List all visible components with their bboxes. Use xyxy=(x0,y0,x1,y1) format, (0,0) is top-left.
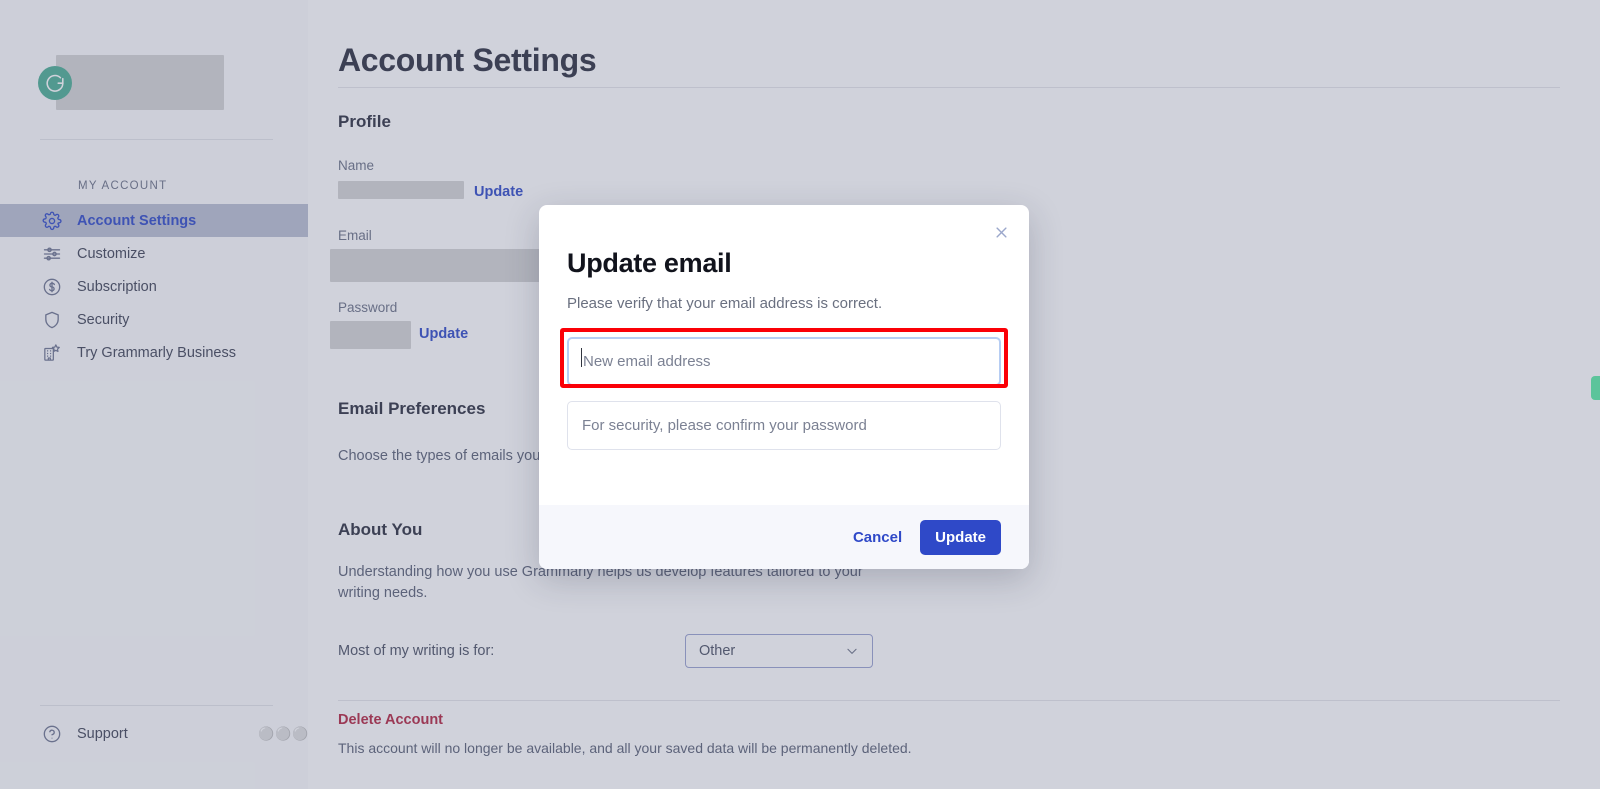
text-caret xyxy=(581,348,582,367)
app-root: MY ACCOUNT Account Settings Customize Su… xyxy=(0,0,1600,789)
modal-footer: Cancel Update xyxy=(539,505,1029,569)
cancel-button[interactable]: Cancel xyxy=(849,523,906,552)
update-button[interactable]: Update xyxy=(920,519,1001,555)
email-input[interactable] xyxy=(567,337,1001,386)
modal-body: Update email Please verify that your ema… xyxy=(539,205,1029,450)
password-input[interactable] xyxy=(567,401,1001,450)
email-input-wrap xyxy=(567,337,1001,386)
update-email-modal: Update email Please verify that your ema… xyxy=(539,205,1029,569)
modal-subtitle: Please verify that your email address is… xyxy=(567,295,883,312)
close-icon[interactable] xyxy=(990,221,1012,243)
password-input-wrap xyxy=(567,401,1001,450)
feedback-tab[interactable] xyxy=(1591,376,1600,400)
modal-title: Update email xyxy=(567,248,732,278)
